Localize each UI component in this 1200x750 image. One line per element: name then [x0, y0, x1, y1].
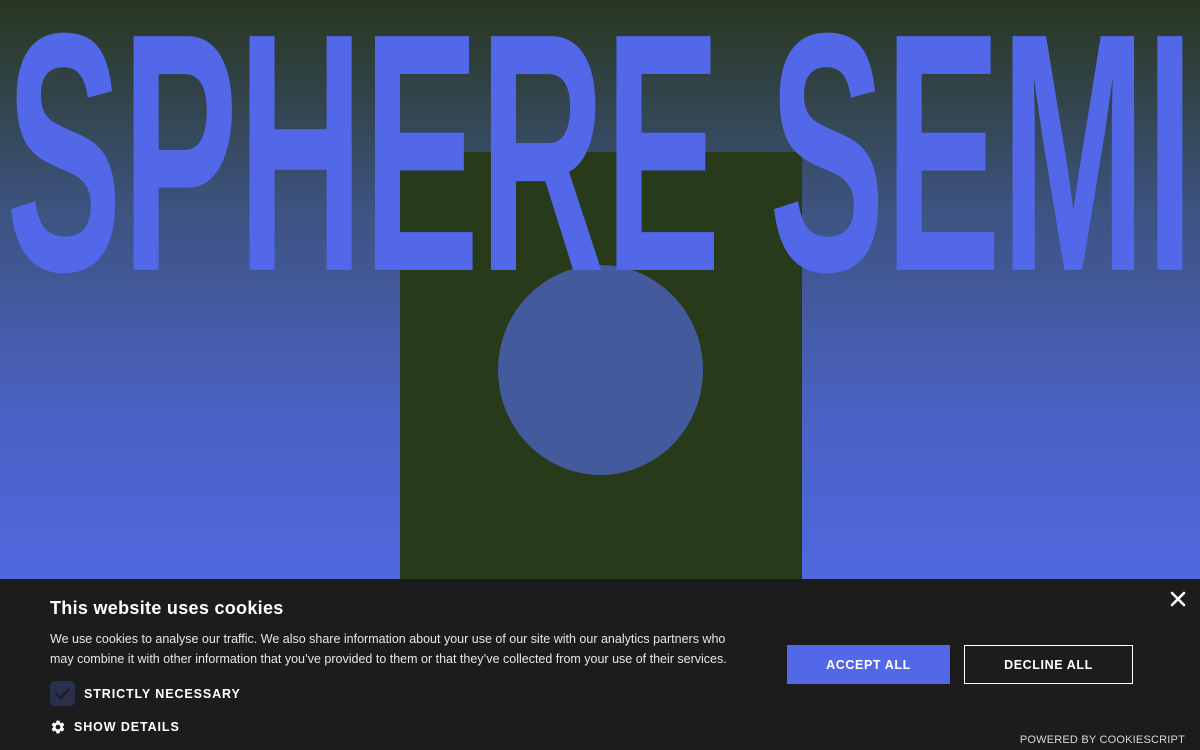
close-button[interactable] — [1168, 589, 1188, 609]
show-details-label: SHOW DETAILS — [74, 720, 180, 734]
hero-title-svg: SPHERE SEMI — [6, 8, 1194, 276]
hero-title: SPHERE SEMI — [6, 8, 1194, 276]
strictly-necessary-row: STRICTLY NECESSARY — [50, 681, 241, 706]
cookie-banner: This website uses cookies We use cookies… — [0, 579, 1200, 750]
checkmark-icon — [55, 688, 70, 699]
close-icon — [1170, 591, 1186, 607]
accept-all-button[interactable]: ACCEPT ALL — [787, 645, 950, 684]
gear-icon — [51, 720, 65, 734]
cookie-banner-description: We use cookies to analyse our traffic. W… — [50, 632, 727, 666]
strictly-necessary-label: STRICTLY NECESSARY — [84, 686, 241, 701]
hero-circle — [498, 265, 703, 475]
decline-all-button[interactable]: DECLINE ALL — [964, 645, 1133, 684]
show-details-toggle[interactable]: SHOW DETAILS — [50, 719, 180, 735]
powered-by-link[interactable]: POWERED BY COOKIESCRIPT — [1020, 734, 1185, 746]
strictly-necessary-checkbox[interactable] — [50, 681, 75, 706]
cookie-banner-title: This website uses cookies — [50, 598, 284, 618]
